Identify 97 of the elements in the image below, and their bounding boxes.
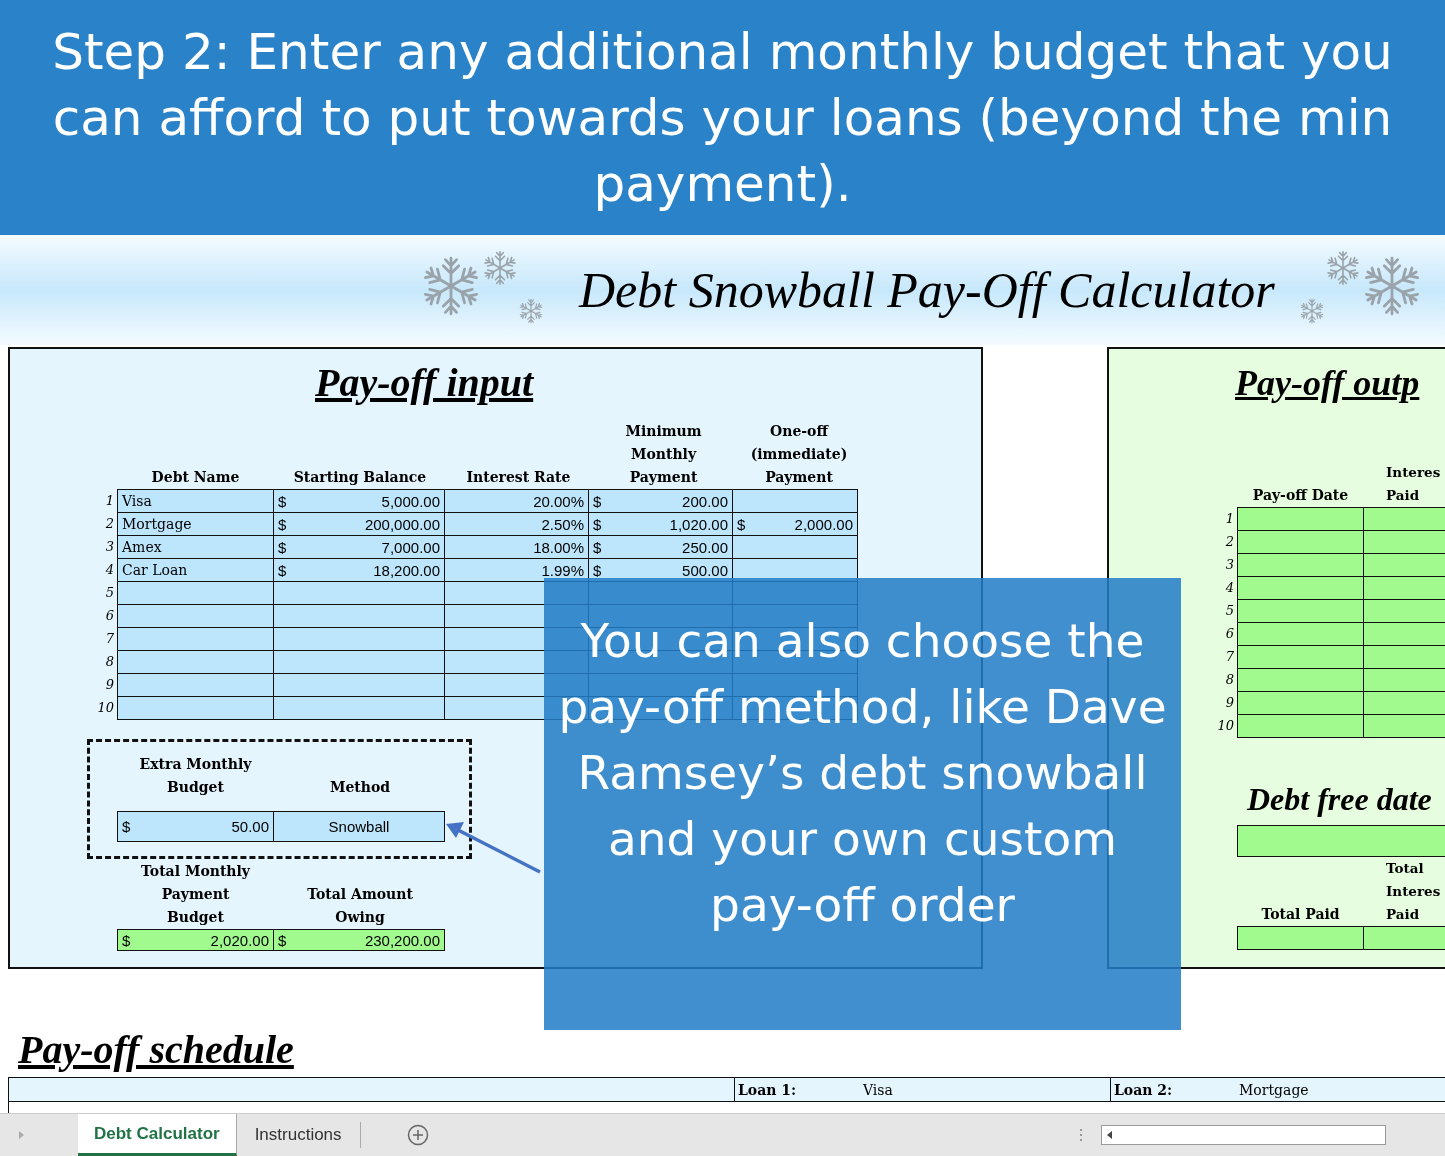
field-label: Total Monthly Payment Budget bbox=[140, 862, 252, 927]
cell-value: 2.50% bbox=[541, 515, 584, 533]
column-header: Total Paid bbox=[1260, 905, 1341, 924]
row-number: 7 bbox=[104, 630, 115, 648]
column-header: Interest Rate bbox=[465, 468, 572, 487]
row-number: 5 bbox=[104, 584, 115, 602]
currency-symbol: $ bbox=[593, 515, 602, 533]
column-header: Total Interes Paid bbox=[1385, 859, 1442, 924]
row-number: 1 bbox=[104, 492, 115, 510]
row-number: 2 bbox=[1224, 533, 1235, 551]
row-number: 9 bbox=[104, 676, 115, 694]
panel-title: Pay-off outp bbox=[1235, 362, 1420, 405]
column-header: Starting Balance bbox=[292, 468, 428, 487]
row-number: 2 bbox=[104, 515, 115, 533]
table-cell[interactable]: $ 18,200.00 bbox=[273, 558, 445, 582]
cell-value: 500.00 bbox=[682, 561, 728, 579]
section-title: Pay-off schedule bbox=[18, 1027, 295, 1073]
row-number: 10 bbox=[1216, 717, 1235, 735]
cell-value: 18.00% bbox=[533, 538, 584, 556]
currency-symbol: $ bbox=[278, 538, 287, 556]
cell-value: 1.99% bbox=[541, 561, 584, 579]
table-cell[interactable]: 18.00% bbox=[444, 535, 589, 559]
table-cell[interactable]: $ 200.00 bbox=[588, 489, 733, 513]
currency-symbol: $ bbox=[278, 561, 287, 579]
column-header: Interes Paid bbox=[1385, 463, 1442, 505]
table-cell[interactable]: Visa bbox=[117, 489, 274, 513]
cell-value: 18,200.00 bbox=[373, 561, 440, 579]
currency-symbol: $ bbox=[122, 931, 131, 949]
table-cell[interactable]: $ 1,020.00 bbox=[588, 512, 733, 536]
cell-value: 250.00 bbox=[682, 538, 728, 556]
table-cell[interactable]: Car Loan bbox=[117, 558, 274, 582]
field-label: Total Amount Owing bbox=[306, 885, 414, 927]
loan-name: Visa bbox=[863, 1081, 893, 1098]
table-cell[interactable]: $ 7,000.00 bbox=[273, 535, 445, 559]
cell-text: Car Loan bbox=[122, 562, 188, 578]
column-header: One-off (immediate) Payment bbox=[749, 422, 849, 487]
row-number: 1 bbox=[1224, 510, 1235, 528]
cell-text: Visa bbox=[122, 493, 152, 509]
column-header: Minimum Monthly Payment bbox=[624, 422, 703, 487]
row-number: 5 bbox=[1224, 602, 1235, 620]
currency-symbol: $ bbox=[737, 515, 746, 533]
column-header: Debt Name bbox=[150, 468, 241, 487]
field-value: Snowball bbox=[328, 818, 390, 835]
table-cell[interactable]: Mortgage bbox=[117, 512, 274, 536]
currency-symbol: $ bbox=[122, 818, 131, 835]
column-header: Pay-off Date bbox=[1251, 486, 1350, 505]
cell-value: 200.00 bbox=[682, 492, 728, 510]
row-number: 6 bbox=[104, 607, 115, 625]
row-number: 6 bbox=[1224, 625, 1235, 643]
loan-label: Loan 1: bbox=[737, 1081, 798, 1098]
row-number: 8 bbox=[1224, 671, 1235, 689]
table-cell[interactable]: $ 250.00 bbox=[588, 535, 733, 559]
field-label: Method bbox=[328, 778, 392, 797]
cell-value: 200,000.00 bbox=[364, 515, 440, 533]
table-cell[interactable]: $ 2,000.00 bbox=[732, 512, 858, 536]
currency-symbol: $ bbox=[593, 492, 602, 510]
row-number: 7 bbox=[1224, 648, 1235, 666]
field-value: 50.00 bbox=[231, 818, 269, 835]
sheet-tab[interactable]: Instructions bbox=[236, 1122, 361, 1148]
table-cell[interactable]: 2.50% bbox=[444, 512, 589, 536]
row-number: 9 bbox=[1224, 694, 1235, 712]
banner-text: Step 2: Enter any additional monthly budget that you can afford to put towards your loans (beyond the min payment). bbox=[51, 21, 1394, 215]
cell-value: 7,000.00 bbox=[381, 538, 440, 556]
section-title: Debt free date bbox=[1247, 780, 1433, 819]
row-number: 3 bbox=[1224, 556, 1235, 574]
cell-value: 5,000.00 bbox=[381, 492, 440, 510]
sheet-tab[interactable]: Debt Calculator bbox=[78, 1114, 237, 1156]
cell-value: 1,020.00 bbox=[669, 515, 728, 533]
cell-text: Mortgage bbox=[122, 516, 192, 532]
table-cell[interactable]: $ 200,000.00 bbox=[273, 512, 445, 536]
row-number: 4 bbox=[1224, 579, 1235, 597]
cell-value: 20.00% bbox=[533, 492, 584, 510]
field-value: 230,200.00 bbox=[364, 931, 440, 949]
loan-label: Loan 2: bbox=[1113, 1081, 1174, 1098]
table-cell[interactable]: $ 5,000.00 bbox=[273, 489, 445, 513]
table-cell[interactable]: 20.00% bbox=[444, 489, 589, 513]
panel-title: Pay-off input bbox=[315, 361, 534, 405]
row-number: 4 bbox=[104, 561, 115, 579]
loan-name: Mortgage bbox=[1239, 1081, 1309, 1098]
currency-symbol: $ bbox=[278, 492, 287, 510]
currency-symbol: $ bbox=[593, 538, 602, 556]
input-field[interactable]: $ 50.00 bbox=[117, 811, 274, 842]
field-label: Extra Monthly Budget bbox=[138, 755, 253, 797]
table-cell[interactable]: 1.99% bbox=[444, 558, 589, 582]
currency-symbol: $ bbox=[593, 561, 602, 579]
currency-symbol: $ bbox=[278, 515, 287, 533]
field-value: 2,020.00 bbox=[210, 931, 269, 949]
table-cell[interactable]: Amex bbox=[117, 535, 274, 559]
row-number: 8 bbox=[104, 653, 115, 671]
row-number: 3 bbox=[104, 538, 115, 556]
row-number: 10 bbox=[96, 699, 115, 717]
cell-text: Amex bbox=[122, 539, 162, 555]
callout-tooltip: You can also choose the pay-off method, like Dave Ramsey’s debt snowball and your own custom pay-off order bbox=[544, 578, 1181, 1030]
sheet-title: Debt Snowball Pay-Off Calculator bbox=[579, 261, 1275, 319]
cell-value: 2,000.00 bbox=[794, 515, 853, 533]
currency-symbol: $ bbox=[278, 931, 287, 949]
input-field[interactable]: Snowball bbox=[273, 811, 445, 842]
